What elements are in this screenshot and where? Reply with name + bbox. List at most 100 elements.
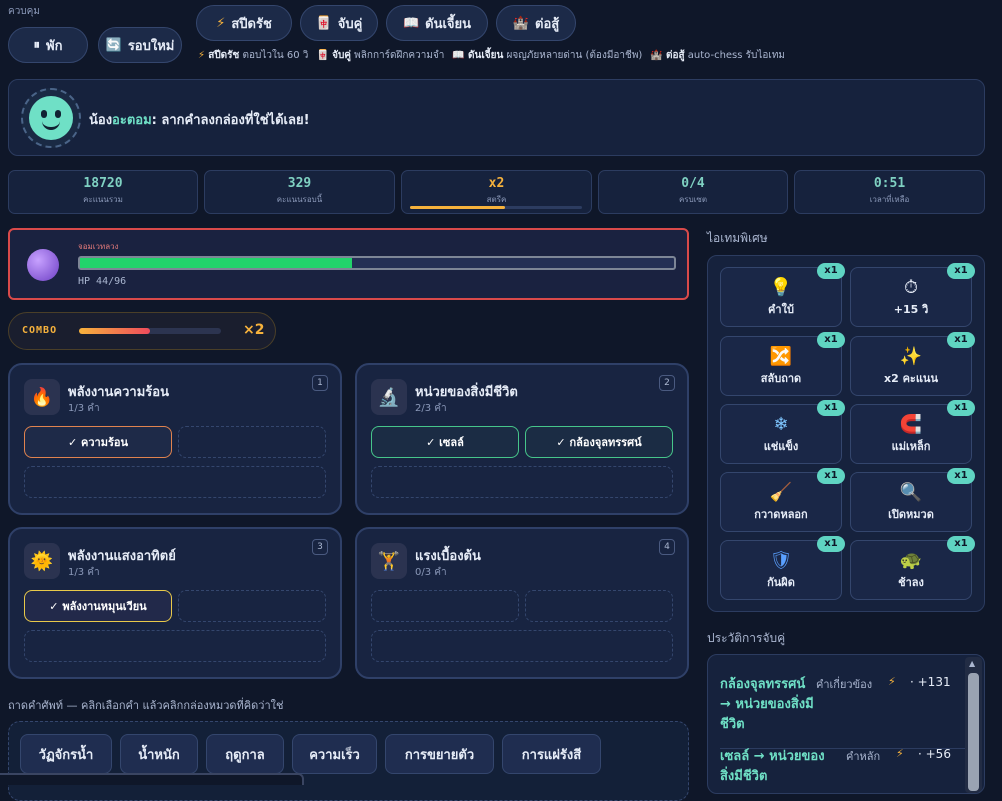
slot-empty[interactable]	[24, 466, 326, 498]
word-chip[interactable]: ความเร็ว	[292, 734, 377, 774]
castle-icon: 🏰	[650, 50, 663, 61]
scrollbar-thumb[interactable]	[968, 673, 979, 791]
item-extra-time[interactable]: ⏱ +15 วิ x1	[850, 263, 975, 327]
category-title: พลังงานแสงอาทิตย์	[68, 549, 176, 564]
category-title: หน่วยของสิ่งมีชีวิต	[415, 385, 518, 400]
word-chip[interactable]: ฤดูกาล	[206, 734, 284, 774]
category-card-living-units[interactable]: 🔬 หน่วยของสิ่งมีชีวิต 2/3 คำ 2 ✓ เซลล์ ✓…	[355, 363, 689, 515]
category-number: 3	[312, 539, 328, 555]
lightning-icon: ⚡	[216, 15, 226, 31]
category-card-heat[interactable]: 🔥 พลังงานความร้อน 1/3 คำ 1 ✓ ความร้อน	[8, 363, 342, 515]
microscope-icon: 🔬	[371, 379, 407, 415]
history-points: · +131	[910, 675, 951, 689]
slot-empty[interactable]	[525, 590, 673, 622]
item-count-badge: x1	[817, 400, 845, 416]
item-count-badge: x1	[817, 468, 845, 484]
mascot-banner: น้องอะตอม: ลากคำลงกล่องที่ใช่ได้เลย!	[8, 79, 985, 156]
item-count-badge: x1	[817, 332, 845, 348]
slot-filled[interactable]: ✓ เซลล์	[371, 426, 519, 458]
items-panel: 💡 คำใบ้ x1 ⏱ +15 วิ x1 🔀 สลับถาด x1 ✨ x2 คะแนน x…	[707, 255, 985, 612]
category-count: 0/3 คำ	[415, 567, 447, 578]
item-count-badge: x1	[947, 468, 975, 484]
hint-speedrush: ⚡ สปีดรัช ตอบไวใน 60 วิ	[198, 50, 309, 61]
streak-bar	[410, 206, 582, 209]
history-title: ประวัติการจับคู่	[707, 631, 786, 645]
item-reveal[interactable]: 🔍 เปิดหมวด x1	[850, 468, 975, 532]
item-count-badge: x1	[947, 263, 975, 279]
restart-button[interactable]: 🔄 รอบใหม่	[98, 27, 182, 63]
word-chip[interactable]: การขยายตัว	[385, 734, 494, 774]
slot-empty[interactable]	[371, 590, 519, 622]
castle-icon: 🏰	[512, 15, 529, 31]
turtle-icon: 🐢	[899, 550, 923, 571]
combo-label: COMBO	[22, 325, 58, 336]
word-chip[interactable]: การแผ่รังสี	[502, 734, 601, 774]
mode-tab-match[interactable]: 🀄 จับคู่	[300, 5, 378, 41]
history-points: · +56	[918, 747, 951, 761]
word-chip[interactable]: น้ำหนัก	[120, 734, 198, 774]
mode-tab-speedrush[interactable]: ⚡ สปีดรัช	[196, 5, 292, 41]
controls-label: ควบคุม	[8, 6, 40, 17]
hint-match: 🀄 จับคู่ พลิกการ์ดฝึกความจำ	[316, 50, 445, 61]
slot-empty[interactable]	[24, 630, 326, 662]
slot-empty[interactable]	[371, 630, 673, 662]
stat-streak: x2 สตรีค	[401, 170, 592, 214]
mode-hints: ⚡ สปีดรัช ตอบไวใน 60 วิ 🀄 จับคู่ พลิกการ…	[198, 48, 785, 63]
tooltip-edge	[0, 773, 304, 785]
scroll-up-icon[interactable]: ▲	[969, 659, 975, 668]
item-freeze[interactable]: ❄ แช่แข็ง x1	[720, 400, 845, 464]
category-card-solar[interactable]: 🌞 พลังงานแสงอาทิตย์ 1/3 คำ 3 ✓ พลังงานหม…	[8, 527, 342, 679]
slot-filled[interactable]: ✓ ความร้อน	[24, 426, 172, 458]
lightbulb-icon: 💡	[769, 277, 793, 298]
weightlifter-icon: 🏋	[371, 543, 407, 579]
pause-button[interactable]: ⏸ พัก	[8, 27, 88, 63]
item-sweep[interactable]: 🧹 กวาดหลอก x1	[720, 468, 845, 532]
word-chip[interactable]: วัฏจักรน้ำ	[20, 734, 112, 774]
item-count-badge: x1	[947, 400, 975, 416]
category-count: 1/3 คำ	[68, 403, 100, 414]
item-hint[interactable]: 💡 คำใบ้ x1	[720, 263, 845, 327]
category-card-force[interactable]: 🏋 แรงเบื้องต้น 0/3 คำ 4	[355, 527, 689, 679]
slot-empty[interactable]	[178, 426, 326, 458]
history-match: กล้องจุลทรรศน์ → หน่วยของสิ่งมีชีวิต	[720, 677, 814, 732]
category-number: 4	[659, 539, 675, 555]
lightning-icon: ⚡	[198, 50, 206, 61]
category-title: พลังงานความร้อน	[68, 385, 169, 400]
history-scrollbar[interactable]: ▲	[965, 657, 982, 793]
boss-hp-bar	[78, 256, 676, 270]
lightning-icon: ⚡	[888, 675, 896, 688]
sparkles-icon: ✨	[899, 346, 923, 367]
mode-tab-dungeon[interactable]: 📖 ดันเจี้ยน	[386, 5, 488, 41]
card-icon: 🀄	[316, 50, 329, 61]
item-count-badge: x1	[947, 536, 975, 552]
shuffle-icon: 🔀	[769, 346, 793, 367]
item-count-badge: x1	[817, 263, 845, 279]
card-icon: 🀄	[315, 15, 332, 31]
combo-meter: COMBO ×2	[8, 312, 276, 350]
book-icon: 📖	[402, 15, 420, 31]
category-count: 1/3 คำ	[68, 567, 100, 578]
slot-filled[interactable]: ✓ พลังงานหมุนเวียน	[24, 590, 172, 622]
item-shuffle[interactable]: 🔀 สลับถาด x1	[720, 332, 845, 396]
stat-sets-complete: 0/4 ครบเซต	[598, 170, 788, 214]
slot-empty[interactable]	[178, 590, 326, 622]
item-magnet[interactable]: 🧲 แม่เหล็ก x1	[850, 400, 975, 464]
magnet-icon: 🧲	[899, 414, 923, 435]
combo-bar	[79, 328, 221, 334]
mascot-avatar	[21, 88, 81, 148]
boss-name: จอมเวทลวง	[78, 242, 119, 251]
item-shield[interactable]: 🛡 กันผิด x1	[720, 536, 845, 600]
shield-icon: 🛡	[769, 550, 793, 571]
slot-empty[interactable]	[371, 466, 673, 498]
slot-filled[interactable]: ✓ กล้องจุลทรรศน์	[525, 426, 673, 458]
mode-tab-battle[interactable]: 🏰 ต่อสู้	[496, 5, 576, 41]
pause-icon: ⏸	[33, 37, 41, 53]
lightning-icon: ⚡	[896, 747, 904, 760]
category-title: แรงเบื้องต้น	[415, 549, 481, 564]
mascot-message: น้องอะตอม: ลากคำลงกล่องที่ใช่ได้เลย!	[89, 113, 310, 128]
stopwatch-icon: ⏱	[903, 277, 919, 298]
item-double-score[interactable]: ✨ x2 คะแนน x1	[850, 332, 975, 396]
category-number: 2	[659, 375, 675, 391]
item-slow[interactable]: 🐢 ช้าลง x1	[850, 536, 975, 600]
tray-label: ถาดคำศัพท์ — คลิกเลือกคำ แล้วคลิกกล่องหม…	[8, 699, 284, 712]
